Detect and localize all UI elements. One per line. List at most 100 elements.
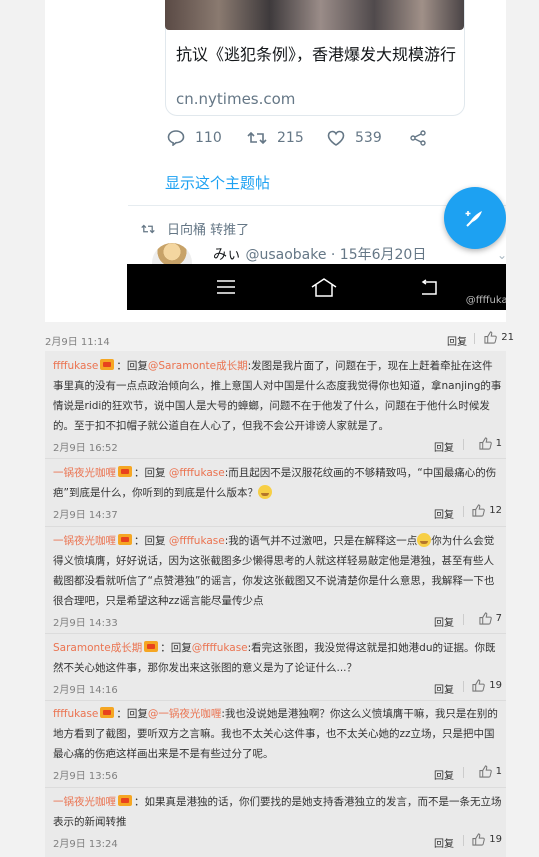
thumbs-up-icon <box>479 765 492 778</box>
comment-text: 一锅夜光咖喱 ：如果真是港独的话，你们要找的是她支持香港独立的发言，而不是一条无立… <box>53 792 502 832</box>
comment-time: 2月9日 14:33 <box>53 618 118 629</box>
divider <box>463 506 464 517</box>
like-button[interactable]: 1 <box>479 437 502 450</box>
reply-count: 110 <box>195 130 222 146</box>
like-button[interactable]: 7 <box>479 612 502 625</box>
like-count: 19 <box>489 680 502 691</box>
comment-item: 一锅夜光咖喱 ：如果真是港独的话，你们要找的是她支持香港独立的发言，而不是一条无立… <box>53 792 502 850</box>
comment-time: 2月9日 14:37 <box>53 510 118 521</box>
comment-body: :我的语气并不过激吧，只是在解释这一点 <box>224 535 418 547</box>
avatar[interactable] <box>152 243 192 265</box>
emoji-icon <box>417 533 432 547</box>
menu-icon[interactable] <box>211 274 241 300</box>
home-icon[interactable] <box>309 274 339 300</box>
comment-user[interactable]: ffffukase <box>53 708 98 720</box>
divider <box>463 439 464 450</box>
comment-time: 2月9日 13:24 <box>53 839 118 850</box>
chevron-down-icon[interactable]: ⌄ <box>497 248 506 262</box>
like-count: 12 <box>489 505 502 516</box>
divider <box>463 614 464 625</box>
post-time: 2月9日 11:14 <box>45 337 110 348</box>
like-button[interactable]: 19 <box>472 833 502 846</box>
vip-badge-icon <box>118 534 132 545</box>
thumbs-up-icon <box>472 679 486 692</box>
next-tweet-user[interactable]: みぃ @usaobake · 15年6月20日 <box>213 244 426 264</box>
feather-icon <box>465 211 482 227</box>
divider <box>45 700 506 701</box>
weibo-page: 抗议《逃犯条例》，香港爆发大规模游行 cn.nytimes.com 110 21… <box>37 0 514 857</box>
comment-text: ffffukase ：回复@Saramonte成长期:发图是我片面了，问题在于，现… <box>53 359 502 432</box>
comment-meta: 2月9日 16:52 回复 1 <box>53 436 502 454</box>
back-icon[interactable] <box>415 274 445 300</box>
vip-badge-icon <box>118 466 132 477</box>
compose-button[interactable] <box>444 187 506 249</box>
comment-time: 2月9日 13:56 <box>53 771 118 782</box>
retweet-count: 215 <box>277 130 304 146</box>
card-domain: cn.nytimes.com <box>176 90 296 108</box>
comment-text: ffffukase ：回复@一锅夜光咖喱:我也没说她是港独啊？你这么义愤填膺干嘛，… <box>53 707 498 760</box>
like-count: 539 <box>355 130 382 146</box>
divider <box>463 681 464 692</box>
vip-badge-icon <box>100 359 115 370</box>
like-button[interactable]: 21 <box>484 331 514 344</box>
comment-meta: 2月9日 14:37 回复 12 <box>53 503 502 521</box>
post-meta: 2月9日 11:14 回复 21 <box>45 331 514 348</box>
user-handle: @usaobake <box>245 247 327 263</box>
retweeted-by: 日向桶 转推了 <box>141 219 249 238</box>
divider <box>45 526 506 527</box>
thumbs-up-icon <box>479 612 492 625</box>
reply-button[interactable]: 回复 <box>434 506 454 521</box>
divider <box>463 835 464 846</box>
comment-user[interactable]: Saramonte成长期 <box>53 642 142 654</box>
mention-link[interactable]: @ffffukase <box>169 467 225 479</box>
share-action[interactable] <box>409 130 437 146</box>
tweet-actions: 110 215 539 <box>167 130 467 152</box>
watermark: @ffffukase <box>465 295 506 306</box>
reply-button[interactable]: 回复 <box>434 439 454 454</box>
reply-button[interactable]: 回复 <box>434 835 454 850</box>
reply-button[interactable]: 回复 <box>434 614 454 629</box>
comment-meta: 2月9日 14:16 回复 19 <box>53 678 502 696</box>
comment-text: 一锅夜光咖喱 ：回复 @ffffukase:我的语气并不过激吧，只是在解释这一点你… <box>53 533 495 607</box>
comment-user[interactable]: 一锅夜光咖喱 <box>53 796 116 808</box>
like-count: 7 <box>495 613 502 624</box>
reply-action[interactable]: 110 <box>167 130 222 146</box>
thumbs-up-icon <box>484 331 498 344</box>
mention-link[interactable]: @ffffukase <box>192 642 248 654</box>
comment-meta: 2月9日 13:24 回复 19 <box>53 832 502 850</box>
show-thread-link[interactable]: 显示这个主题帖 <box>165 172 270 193</box>
comment-item: Saramonte成长期 ：回复@ffffukase:看完这张图，我没觉得这就是扣… <box>53 638 502 696</box>
user-name: みぃ <box>213 247 241 263</box>
reply-button[interactable]: 回复 <box>447 333 467 348</box>
like-button[interactable]: 19 <box>472 679 502 692</box>
reply-button[interactable]: 回复 <box>434 767 454 782</box>
mention-link[interactable]: @Saramonte成长期 <box>148 360 248 372</box>
divider <box>463 767 464 778</box>
comment-item: ffffukase ：回复@Saramonte成长期:发图是我片面了，问题在于，现… <box>53 356 502 454</box>
comment-item: ffffukase ：回复@一锅夜光咖喱:我也没说她是港独啊？你这么义愤填膺干嘛，… <box>53 704 502 782</box>
retweet-action[interactable]: 215 <box>247 130 304 146</box>
mention-link[interactable]: @ffffukase <box>169 535 225 547</box>
comment-text: Saramonte成长期 ：回复@ffffukase:看完这张图，我没觉得这就是扣… <box>53 641 496 674</box>
like-count: 19 <box>489 834 502 845</box>
like-count: 1 <box>495 438 502 449</box>
vip-badge-icon <box>144 641 159 652</box>
card-title: 抗议《逃犯条例》，香港爆发大规模游行 <box>176 45 457 64</box>
comment-user[interactable]: 一锅夜光咖喱 <box>53 535 116 547</box>
comment-user[interactable]: 一锅夜光咖喱 <box>53 467 116 479</box>
heart-icon <box>327 130 345 146</box>
reply-button[interactable]: 回复 <box>434 681 454 696</box>
divider <box>45 787 506 788</box>
tweet-screenshot[interactable]: 抗议《逃犯条例》，香港爆发大规模游行 cn.nytimes.com 110 21… <box>45 0 506 322</box>
retweet-icon <box>247 131 267 145</box>
like-button[interactable]: 12 <box>472 504 502 517</box>
thumbs-up-icon <box>472 504 486 517</box>
comment-text: 一锅夜光咖喱 ：回复 @ffffukase:而且起因不是汉服花纹画的不够精致吗，“… <box>53 466 497 499</box>
mention-link[interactable]: @一锅夜光咖喱 <box>148 708 222 720</box>
android-nav-bar: @ffffukase <box>127 264 506 310</box>
comment-user[interactable]: ffffukase <box>53 360 98 372</box>
like-button[interactable]: 1 <box>479 765 502 778</box>
like-action[interactable]: 539 <box>327 130 382 146</box>
card-image <box>165 0 464 30</box>
divider <box>45 633 506 634</box>
